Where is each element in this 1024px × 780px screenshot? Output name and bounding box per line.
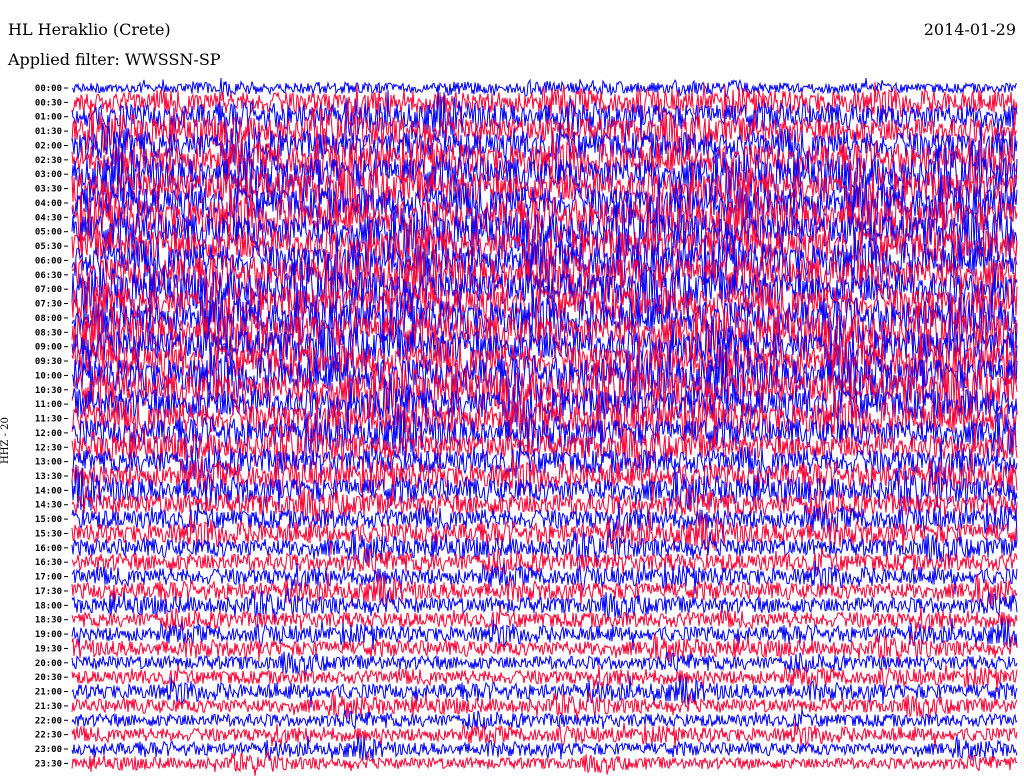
time-tick-label: 05:30 bbox=[35, 242, 62, 252]
time-tick-label: 11:00 bbox=[35, 400, 62, 410]
time-tick-label: 02:30 bbox=[35, 156, 62, 166]
time-tick-label: 16:30 bbox=[35, 558, 62, 568]
time-tick-label: 13:00 bbox=[35, 458, 62, 468]
time-tick-label: 15:30 bbox=[35, 529, 62, 539]
time-tick-label: 04:30 bbox=[35, 213, 62, 223]
time-tick-label: 10:30 bbox=[35, 386, 62, 396]
time-tick-label: 16:00 bbox=[35, 544, 62, 554]
time-tick-label: 09:00 bbox=[35, 343, 62, 353]
seismic-trace-2200 bbox=[71, 709, 1018, 732]
time-tick-label: 12:00 bbox=[35, 429, 62, 439]
time-tick-label: 22:00 bbox=[35, 716, 62, 726]
time-tick-label: 21:00 bbox=[35, 688, 62, 698]
time-tick-label: 07:30 bbox=[35, 300, 62, 310]
time-tick-label: 23:00 bbox=[35, 745, 62, 755]
time-tick-label: 00:30 bbox=[35, 98, 62, 108]
time-tick-label: 05:00 bbox=[35, 228, 62, 238]
time-tick-label: 14:00 bbox=[35, 486, 62, 496]
time-tick-label: 04:00 bbox=[35, 199, 62, 209]
time-tick-label: 00:00 bbox=[35, 84, 62, 94]
time-tick-label: 13:30 bbox=[35, 472, 62, 482]
time-tick-label: 17:00 bbox=[35, 573, 62, 583]
time-tick-label: 17:30 bbox=[35, 587, 62, 597]
seismogram-plot: 00:00 00:30 01:00 01:30 02:00 02:30 03:00 03:30… bbox=[35, 77, 1018, 776]
time-tick-label: 21:30 bbox=[35, 702, 62, 712]
time-tick-label: 19:30 bbox=[35, 644, 62, 654]
time-tick-label: 09:30 bbox=[35, 357, 62, 367]
time-tick-label: 11:30 bbox=[35, 415, 62, 425]
time-tick-label: 18:30 bbox=[35, 616, 62, 626]
time-tick-label: 03:00 bbox=[35, 170, 62, 180]
time-tick-label: 08:30 bbox=[35, 328, 62, 338]
time-tick-label: 03:30 bbox=[35, 185, 62, 195]
time-tick-layer: 00:00 00:30 01:00 01:30 02:00 02:30 03:00 03:30… bbox=[35, 84, 68, 769]
time-tick-label: 01:30 bbox=[35, 127, 62, 137]
time-tick-label: 19:00 bbox=[35, 630, 62, 640]
time-tick-label: 06:30 bbox=[35, 271, 62, 281]
time-tick-label: 18:00 bbox=[35, 601, 62, 611]
time-tick-label: 22:30 bbox=[35, 731, 62, 741]
time-tick-label: 06:00 bbox=[35, 256, 62, 266]
trace-layer bbox=[71, 77, 1018, 776]
time-tick-label: 07:00 bbox=[35, 285, 62, 295]
time-tick-label: 15:00 bbox=[35, 515, 62, 525]
time-tick-label: 02:00 bbox=[35, 141, 62, 151]
time-tick-label: 08:00 bbox=[35, 314, 62, 324]
seismic-trace-2230 bbox=[71, 721, 1018, 749]
time-tick-label: 10:00 bbox=[35, 371, 62, 381]
time-tick-label: 01:00 bbox=[35, 113, 62, 123]
seismic-trace-1930 bbox=[71, 632, 1018, 665]
seismic-trace-2330 bbox=[71, 751, 1018, 776]
time-tick-label: 14:30 bbox=[35, 501, 62, 511]
time-tick-label: 12:30 bbox=[35, 443, 62, 453]
time-tick-label: 23:30 bbox=[35, 759, 62, 769]
time-tick-label: 20:30 bbox=[35, 673, 62, 683]
time-tick-label: 20:00 bbox=[35, 659, 62, 669]
